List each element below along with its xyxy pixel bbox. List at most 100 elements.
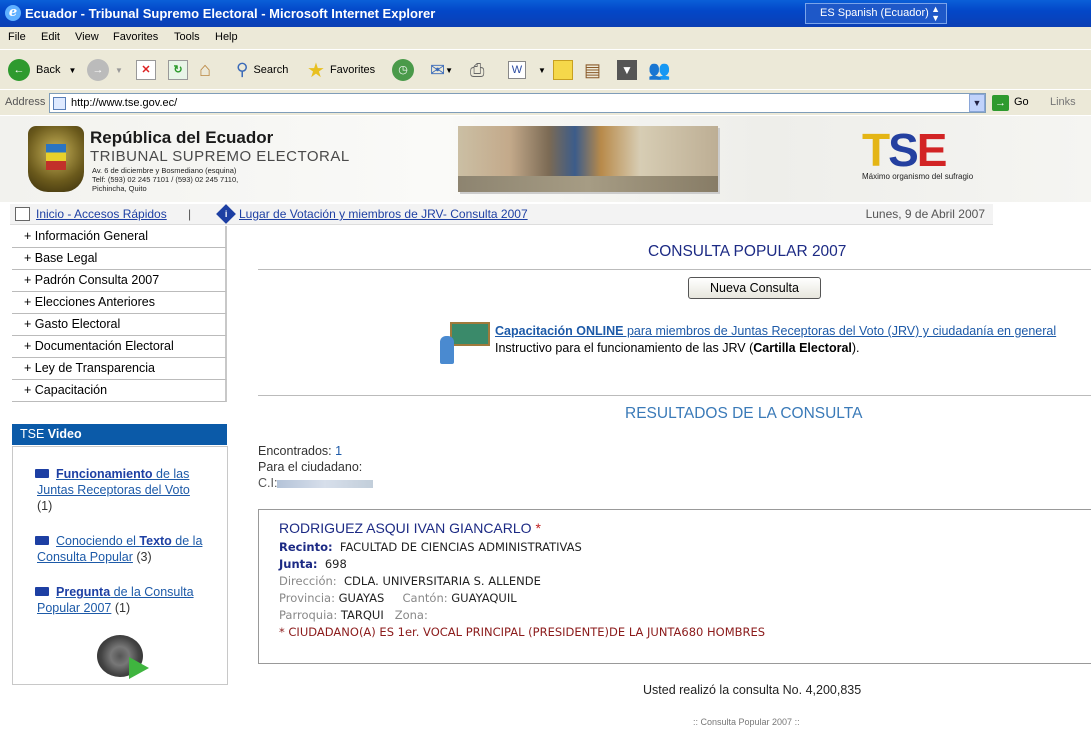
messenger-people-icon: 👥: [648, 59, 671, 80]
video-link-text2: Consulta Popular: [37, 550, 133, 564]
tribunal-address: Av. 6 de diciembre y Bosmediano (esquina…: [92, 166, 239, 193]
parroquia-value: TARQUI: [340, 608, 384, 622]
links-button[interactable]: Links: [1050, 96, 1076, 108]
mail-button[interactable]: ✉ ▼: [430, 56, 453, 84]
stop-button[interactable]: ✕: [136, 56, 156, 84]
video-count: (1): [114, 601, 131, 615]
menu-edit[interactable]: Edit: [41, 31, 60, 43]
sidebar-item-capacitacion[interactable]: + Capacitación: [12, 380, 227, 402]
address-dropdown-icon[interactable]: ▼: [969, 94, 985, 112]
address-input[interactable]: http://www.tse.gov.ec/: [49, 93, 986, 113]
back-label: Back: [36, 64, 61, 76]
video-header-prefix: TSE: [20, 427, 45, 441]
forward-button[interactable]: → ▼: [87, 56, 123, 84]
home-link[interactable]: Inicio - Accesos Rápidos: [36, 207, 167, 221]
tse-logo: TSE: [862, 124, 947, 176]
sidebar-item-informacion-general[interactable]: + Información General: [12, 226, 227, 248]
direccion-label: Dirección:: [279, 574, 337, 588]
sidebar-menu: + Información General + Base Legal + Pad…: [12, 226, 227, 402]
menu-view[interactable]: View: [75, 31, 99, 43]
menu-favorites[interactable]: Favorites: [113, 31, 158, 43]
footer-text: :: Consulta Popular 2007 ::: [693, 717, 800, 727]
forward-dropdown-icon[interactable]: ▼: [115, 66, 123, 75]
address-label: Address: [5, 96, 46, 108]
favorites-button[interactable]: ★ Favorites: [307, 56, 375, 84]
sidebar-item-documentacion-electoral[interactable]: + Documentación Electoral: [12, 336, 227, 358]
stop-icon: ✕: [136, 60, 156, 80]
print-icon: ⎙: [470, 59, 485, 80]
new-query-button[interactable]: Nueva Consulta: [688, 277, 821, 299]
history-button[interactable]: ◷: [392, 56, 414, 84]
menu-tools[interactable]: Tools: [174, 31, 200, 43]
video-camera-icon: [35, 536, 49, 545]
direccion-value: CDLA. UNIVERSITARIA S. ALLENDE: [343, 574, 541, 588]
mail-dropdown-icon[interactable]: ▼: [445, 66, 453, 75]
video-link-text2: Juntas Receptoras del Voto: [37, 483, 190, 497]
found-summary: Encontrados: 1 Para el ciudadano: C.I:: [258, 443, 374, 491]
print-button[interactable]: ⎙: [470, 56, 484, 84]
back-dropdown-icon[interactable]: ▼: [68, 66, 76, 75]
language-arrows-icon[interactable]: ▲ ▼: [931, 5, 940, 23]
tse-tagline: Máximo organismo del sufragio: [862, 172, 974, 181]
sidebar-item-ley-transparencia[interactable]: + Ley de Transparencia: [12, 358, 227, 380]
cartilla-electoral-label: Cartilla Electoral: [753, 341, 852, 355]
sidebar-item-padron-consulta[interactable]: + Padrón Consulta 2007: [12, 270, 227, 292]
vote-location-link[interactable]: Lugar de Votación y miembros de JRV- Con…: [239, 207, 528, 221]
video-header-title: Video: [47, 427, 82, 441]
info-diamond-icon: i: [216, 204, 236, 224]
training-link[interactable]: Capacitación ONLINE para miembros de Jun…: [495, 324, 1056, 338]
discuss-button[interactable]: [553, 56, 573, 84]
sidebar-item-base-legal[interactable]: + Base Legal: [12, 248, 227, 270]
note-icon: [553, 60, 573, 80]
search-label: Search: [253, 64, 289, 76]
result-card: RODRIGUEZ ASQUI IVAN GIANCARLO * Recinto…: [258, 509, 1091, 664]
messenger-tool-button[interactable]: ▼: [617, 56, 637, 84]
video-item: Pregunta de la Consulta Popular 2007 (1): [35, 584, 217, 616]
language-bar[interactable]: ES Spanish (Ecuador) ▲ ▼: [805, 3, 947, 24]
edit-dropdown-icon[interactable]: ▼: [538, 66, 546, 75]
video-list: Funcionamiento de las Juntas Receptoras d…: [12, 446, 228, 685]
query-number: Usted realizó la consulta No. 4,200,835: [643, 683, 862, 697]
recinto-label: Recinto:: [279, 540, 333, 554]
research-icon: ▤: [584, 59, 602, 80]
instructivo-pre: Instructivo para el funcionamiento de la…: [495, 341, 754, 355]
junta-label: Junta:: [279, 557, 318, 571]
sidebar-item-gasto-electoral[interactable]: + Gasto Electoral: [12, 314, 227, 336]
video-link-funcionamiento[interactable]: Funcionamiento de las Juntas Receptoras d…: [37, 467, 190, 497]
provincia-value: GUAYAS: [338, 591, 385, 605]
ci-redacted-value: [277, 479, 374, 488]
video-link-texto[interactable]: Conociendo el Texto de la Consulta Popula…: [37, 534, 202, 564]
citizen-name-text: RODRIGUEZ ASQUI IVAN GIANCARLO: [279, 520, 532, 536]
menu-help[interactable]: Help: [215, 31, 238, 43]
sidebar-item-elecciones-anteriores[interactable]: + Elecciones Anteriores: [12, 292, 227, 314]
video-camera-icon: [35, 587, 49, 596]
home-button[interactable]: ⌂: [199, 56, 211, 84]
site-header: República del Ecuador TRIBUNAL SUPREMO E…: [0, 116, 1091, 202]
menu-file[interactable]: File: [8, 31, 26, 43]
direccion-row: Dirección: CDLA. UNIVERSITARIA S. ALLEND…: [279, 574, 541, 588]
training-link-line: Capacitación ONLINE para miembros de Jun…: [495, 324, 1056, 338]
edit-button[interactable]: W ▼: [508, 56, 546, 84]
film-reel-play-icon[interactable]: [97, 635, 149, 679]
recinto-value: FACULTAD DE CIENCIAS ADMINISTRATIVAS: [339, 540, 582, 554]
junta-value: 698: [324, 557, 347, 571]
go-button[interactable]: Go: [1014, 96, 1029, 108]
ie-logo-icon: e: [5, 5, 21, 21]
video-link-bold: Texto: [139, 534, 172, 548]
video-link-pre: Conociendo el: [56, 534, 140, 548]
citizen-star: *: [535, 520, 541, 536]
search-button[interactable]: ⚲ Search: [236, 56, 288, 84]
recinto-row: Recinto: FACULTAD DE CIENCIAS ADMINISTRA…: [279, 540, 582, 554]
messenger-button[interactable]: 👥: [648, 56, 670, 84]
menu-bar: File Edit View Favorites Tools Help: [0, 27, 1091, 49]
research-button[interactable]: ▤: [584, 56, 601, 84]
video-item: Funcionamiento de las Juntas Receptoras d…: [35, 466, 217, 514]
refresh-button[interactable]: ↻: [168, 56, 188, 84]
junta-row: Junta: 698: [279, 557, 347, 571]
go-arrow-icon[interactable]: →: [992, 95, 1009, 111]
nav-bar: Inicio - Accesos Rápidos | i Lugar de Vo…: [10, 204, 993, 225]
toolbar: ← Back ▼ → ▼ ✕ ↻ ⌂ ⚲ Search ★ Favorites …: [0, 49, 1091, 89]
video-section-header: TSE Video: [12, 424, 227, 445]
for-citizen-label: Para el ciudadano:: [258, 460, 363, 474]
back-button[interactable]: ← Back ▼: [8, 56, 76, 84]
